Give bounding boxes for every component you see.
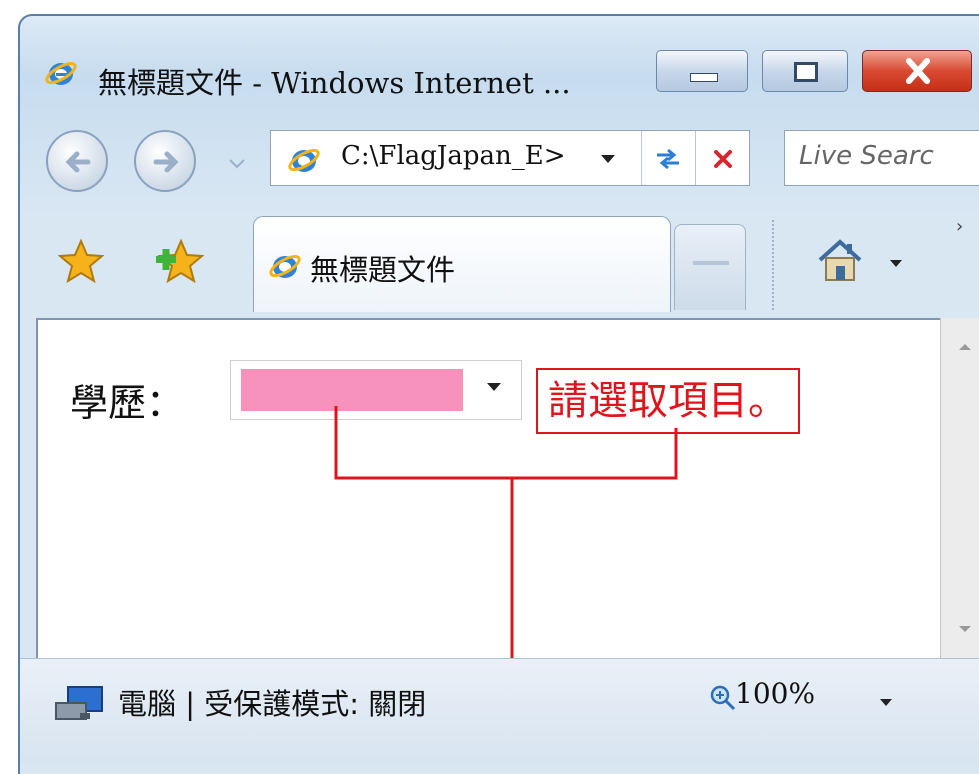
stop-icon[interactable] xyxy=(711,147,735,171)
toolbar-separator xyxy=(772,220,774,310)
back-button[interactable] xyxy=(46,130,108,192)
tab-untitled[interactable]: 無標題文件 xyxy=(253,216,671,312)
window-title: 無標題文件 - Windows Internet ... xyxy=(98,66,571,100)
address-divider xyxy=(695,131,696,185)
home-icon[interactable] xyxy=(816,236,864,284)
search-box[interactable]: Live Searc xyxy=(784,130,979,186)
minimize-button[interactable] xyxy=(656,50,748,92)
add-favorites-icon[interactable] xyxy=(154,238,206,286)
forward-button[interactable] xyxy=(134,130,196,192)
recent-pages-chevron-icon[interactable] xyxy=(228,158,246,170)
address-text: C:\FlagJapan_E> xyxy=(341,141,566,171)
favorites-star-icon[interactable] xyxy=(58,238,104,284)
close-button[interactable] xyxy=(862,50,972,92)
refresh-icon[interactable] xyxy=(653,145,683,173)
computer-zone-icon xyxy=(55,686,103,720)
ie-window: 無標題文件 - Windows Internet ... C:\FlagJapa… xyxy=(18,14,979,774)
tab-ie-icon xyxy=(269,254,301,278)
new-tab-button[interactable] xyxy=(674,224,746,310)
maximize-button[interactable] xyxy=(762,50,848,92)
annotation-connector xyxy=(334,406,678,660)
maximize-icon xyxy=(794,62,818,82)
scroll-down-arrow-icon[interactable] xyxy=(959,626,971,632)
zoom-dropdown-arrow-icon[interactable] xyxy=(880,699,892,706)
address-divider xyxy=(641,131,642,185)
minimize-icon xyxy=(690,73,718,82)
close-icon xyxy=(906,58,930,84)
tab-bar: 無標題文件 › xyxy=(20,210,979,318)
address-bar[interactable]: C:\FlagJapan_E> xyxy=(270,130,750,186)
ie-logo-icon xyxy=(45,61,77,85)
page-ie-icon xyxy=(288,148,320,172)
protected-mode-status: 電腦 | 受保護模式: 關閉 xyxy=(118,687,427,721)
scroll-up-arrow-icon[interactable] xyxy=(959,344,971,350)
tab-label: 無標題文件 xyxy=(310,253,456,287)
toolbar-overflow-icon[interactable]: › xyxy=(956,216,963,237)
back-arrow-icon xyxy=(65,151,91,173)
title-bar: 無標題文件 - Windows Internet ... xyxy=(20,16,979,120)
search-placeholder: Live Searc xyxy=(799,141,934,171)
navigation-bar: C:\FlagJapan_E> Live Searc xyxy=(20,120,979,210)
home-dropdown-arrow-icon[interactable] xyxy=(890,260,902,267)
vertical-scrollbar[interactable] xyxy=(940,318,979,658)
page-content: 學歷： 請選取項目。 xyxy=(36,318,940,660)
address-dropdown-arrow-icon[interactable] xyxy=(601,155,615,163)
zoom-level[interactable]: 100% xyxy=(735,677,815,710)
forward-arrow-icon xyxy=(153,151,179,173)
new-tab-icon xyxy=(693,261,729,265)
zoom-icon[interactable] xyxy=(710,685,736,711)
status-bar: 電腦 | 受保護模式: 關閉 100% xyxy=(20,658,979,763)
